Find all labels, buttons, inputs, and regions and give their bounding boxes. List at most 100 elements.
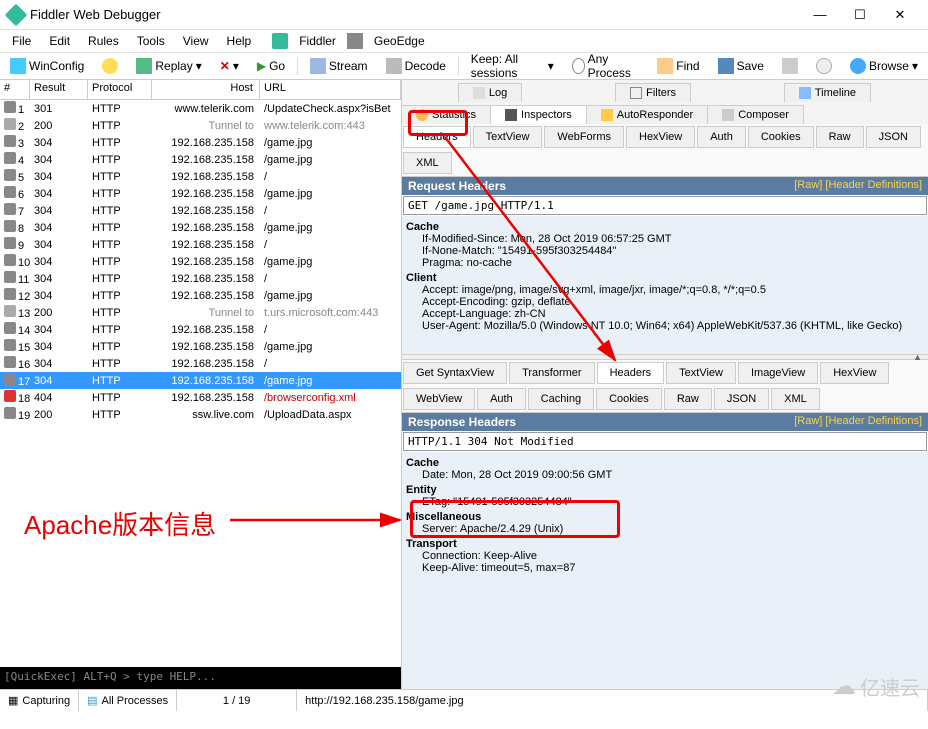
col-host[interactable]: Host [152,80,260,99]
session-row[interactable]: 11304HTTP192.168.235.158/ [0,270,401,287]
tab-composer[interactable]: Composer [707,105,804,124]
status-processes[interactable]: ▤All Processes [79,690,177,711]
req-tab-json[interactable]: JSON [866,126,921,148]
capture-icon: ▦ [8,694,18,707]
session-row[interactable]: 19200HTTPssw.live.com/UploadData.aspx [0,406,401,423]
resp-tab-syntax[interactable]: Get SyntaxView [403,362,507,384]
response-header-links[interactable]: [Raw] [Header Definitions] [794,415,922,429]
tab-filters[interactable]: Filters [615,83,691,102]
tab-log[interactable]: Log [458,83,522,102]
session-row[interactable]: 6304HTTP192.168.235.158/game.jpg [0,185,401,202]
keep-sessions[interactable]: Keep: All sessions ▾ [465,50,560,82]
req-tab-xml[interactable]: XML [403,152,452,174]
menu-fiddler[interactable]: Fiddler [291,32,344,50]
sessions-panel: # Result Protocol Host URL 1301HTTPwww.t… [0,80,402,689]
resp-tab-headers[interactable]: Headers [597,362,665,384]
timer-button[interactable] [810,56,838,76]
session-row[interactable]: 4304HTTP192.168.235.158/game.jpg [0,151,401,168]
col-url[interactable]: URL [260,80,401,99]
col-result[interactable]: Result [30,80,88,99]
grid-header: # Result Protocol Host URL [0,80,401,100]
session-row[interactable]: 17304HTTP192.168.235.158/game.jpg [0,372,401,389]
comment-icon [102,58,118,74]
menu-geoedge[interactable]: GeoEdge [366,32,433,50]
resp-tab-transformer[interactable]: Transformer [509,362,595,384]
splitter[interactable] [402,354,928,360]
stream-icon [310,58,326,74]
req-tab-auth[interactable]: Auth [697,126,746,148]
stream-button[interactable]: Stream [304,56,374,76]
resp-tab-raw[interactable]: Raw [664,388,712,410]
session-row[interactable]: 10304HTTP192.168.235.158/game.jpg [0,253,401,270]
composer-icon [722,109,734,121]
session-row[interactable]: 2200HTTPTunnel towww.telerik.com:443 [0,117,401,134]
session-row[interactable]: 7304HTTP192.168.235.158/ [0,202,401,219]
menu-tools[interactable]: Tools [129,32,173,50]
col-id[interactable]: # [0,80,30,99]
statusbar: ▦Capturing ▤All Processes 1 / 19 http://… [0,689,928,711]
session-row[interactable]: 16304HTTP192.168.235.158/ [0,355,401,372]
req-tab-webforms[interactable]: WebForms [544,126,624,148]
req-tab-raw[interactable]: Raw [816,126,864,148]
resp-tab-caching[interactable]: Caching [528,388,594,410]
find-button[interactable]: Find [651,56,705,76]
quickexec[interactable]: [QuickExec] ALT+Q > type HELP... [0,667,401,689]
replay-button[interactable]: Replay ▾ [130,56,207,76]
go-button[interactable]: ▶Go [251,57,291,75]
req-tab-hexview[interactable]: HexView [626,126,695,148]
menu-view[interactable]: View [175,32,217,50]
resp-tab-textview[interactable]: TextView [666,362,736,384]
resp-tab-webview[interactable]: WebView [403,388,475,410]
session-row[interactable]: 14304HTTP192.168.235.158/ [0,321,401,338]
session-row[interactable]: 3304HTTP192.168.235.158/game.jpg [0,134,401,151]
timeline-icon [799,87,811,99]
session-row[interactable]: 18404HTTP192.168.235.158/browserconfig.x… [0,389,401,406]
resp-tab-json[interactable]: JSON [714,388,769,410]
resp-tab-cookies[interactable]: Cookies [596,388,662,410]
session-row[interactable]: 13200HTTPTunnel tot.urs.microsoft.com:44… [0,304,401,321]
browse-button[interactable]: Browse ▾ [844,56,924,76]
response-tabs: Get SyntaxView Transformer Headers TextV… [402,360,928,413]
resp-tab-auth[interactable]: Auth [477,388,526,410]
decode-button[interactable]: Decode [380,56,452,76]
resp-tab-imageview[interactable]: ImageView [738,362,818,384]
req-tab-headers[interactable]: Headers [403,126,471,148]
camera-icon [782,58,798,74]
resp-tab-hexview[interactable]: HexView [820,362,889,384]
status-capturing[interactable]: ▦Capturing [0,690,79,711]
req-tab-textview[interactable]: TextView [473,126,543,148]
session-row[interactable]: 15304HTTP192.168.235.158/game.jpg [0,338,401,355]
menu-edit[interactable]: Edit [41,32,78,50]
close-button[interactable]: ✕ [880,1,920,29]
grid-body[interactable]: 1301HTTPwww.telerik.com/UpdateCheck.aspx… [0,100,401,667]
req-tab-cookies[interactable]: Cookies [748,126,814,148]
any-process[interactable]: Any Process [566,50,645,82]
request-header-links[interactable]: [Raw] [Header Definitions] [794,179,922,193]
session-row[interactable]: 5304HTTP192.168.235.158/ [0,168,401,185]
session-row[interactable]: 12304HTTP192.168.235.158/game.jpg [0,287,401,304]
minimize-button[interactable]: — [800,1,840,29]
tab-timeline[interactable]: Timeline [784,83,871,102]
fiddler-icon [272,33,288,49]
find-icon [657,58,673,74]
request-headers-body[interactable]: Cache If-Modified-Since: Mon, 28 Oct 201… [402,216,928,354]
winconfig-button[interactable]: WinConfig [4,56,90,76]
tab-autoresponder[interactable]: AutoResponder [586,105,708,124]
menu-file[interactable]: File [4,32,39,50]
session-row[interactable]: 8304HTTP192.168.235.158/game.jpg [0,219,401,236]
tab-statistics[interactable]: Statistics [401,105,491,124]
session-row[interactable]: 1301HTTPwww.telerik.com/UpdateCheck.aspx… [0,100,401,117]
tab-inspectors[interactable]: Inspectors [490,105,587,124]
maximize-button[interactable]: ☐ [840,1,880,29]
camera-button[interactable] [776,56,804,76]
remove-button[interactable]: ✕ ▾ [214,57,245,75]
response-headers-body[interactable]: Cache Date: Mon, 28 Oct 2019 09:00:56 GM… [402,452,928,689]
menu-rules[interactable]: Rules [80,32,127,50]
geoedge-icon [347,33,363,49]
save-button[interactable]: Save [712,56,770,76]
session-row[interactable]: 9304HTTP192.168.235.158/ [0,236,401,253]
comment-button[interactable] [96,56,124,76]
resp-tab-xml[interactable]: XML [771,388,820,410]
col-protocol[interactable]: Protocol [88,80,152,99]
menu-help[interactable]: Help [219,32,260,50]
